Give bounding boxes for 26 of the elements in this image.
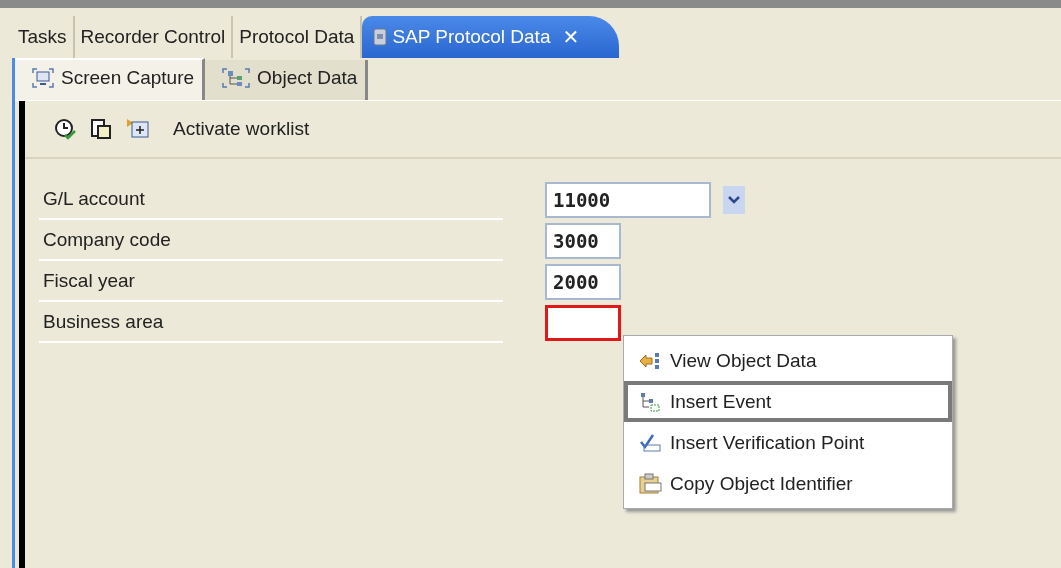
menu-item[interactable]: Insert Verification Point bbox=[624, 422, 952, 463]
input-field[interactable]: 3000 bbox=[545, 222, 621, 259]
monitor-icon bbox=[31, 67, 55, 89]
field-label: G/L account bbox=[39, 179, 503, 220]
close-icon[interactable]: ✕ bbox=[562, 25, 580, 49]
view-tab[interactable]: SAP Protocol Data ✕ bbox=[362, 16, 620, 58]
menu-item[interactable]: Insert Event bbox=[624, 381, 952, 422]
menu-item[interactable]: View Object Data bbox=[624, 340, 952, 381]
clock-icon[interactable] bbox=[53, 117, 77, 141]
field-label: Fiscal year bbox=[39, 261, 503, 302]
dropdown-button[interactable] bbox=[723, 185, 745, 214]
add-window-icon[interactable] bbox=[125, 117, 151, 141]
menu-item[interactable]: Copy Object Identifier bbox=[624, 463, 952, 504]
input-field[interactable] bbox=[545, 304, 621, 341]
sub-tab[interactable]: Object Data bbox=[205, 60, 369, 100]
copy-icon[interactable] bbox=[89, 117, 113, 141]
toolbar-label: Activate worklist bbox=[173, 118, 310, 140]
checkmark-icon bbox=[638, 432, 664, 453]
field-label: Company code bbox=[39, 220, 503, 261]
sub-tab[interactable]: Screen Capture bbox=[15, 58, 206, 100]
input-field[interactable]: 2000 bbox=[545, 263, 621, 300]
hierarchy-icon bbox=[221, 67, 252, 89]
field-label: Business area bbox=[39, 302, 503, 343]
clipboard-icon bbox=[638, 472, 664, 495]
document-icon bbox=[372, 28, 389, 46]
input-field[interactable]: 11000 bbox=[545, 181, 711, 218]
